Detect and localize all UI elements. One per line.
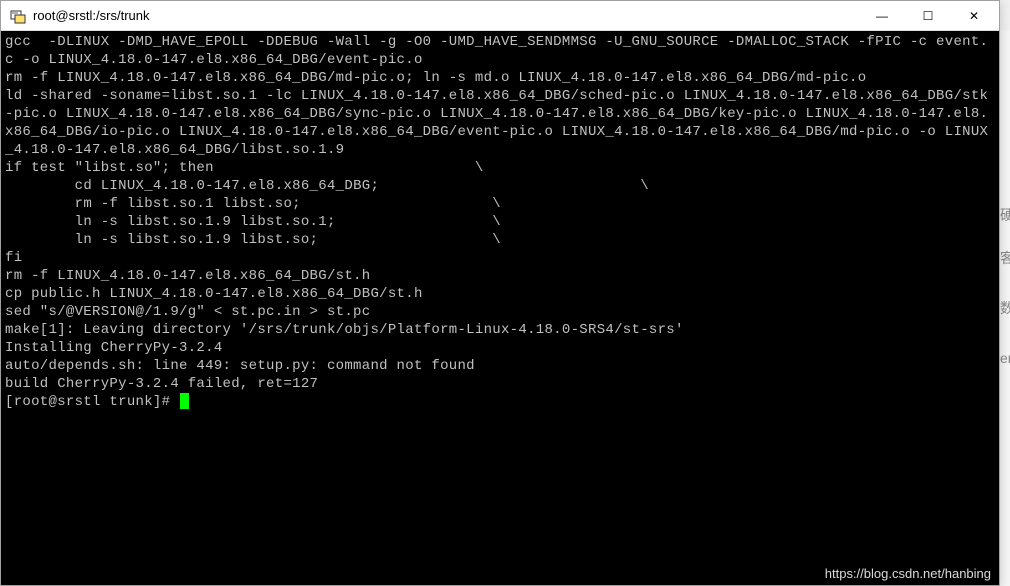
maximize-button[interactable]: ☐ <box>905 1 951 30</box>
terminal-line: if test "libst.so"; then \ <box>5 159 995 177</box>
close-button[interactable]: ✕ <box>951 1 997 30</box>
window-title: root@srstl:/srs/trunk <box>33 8 859 23</box>
bg-text: 客 <box>1000 248 1010 268</box>
bg-text: 硬 <box>1000 205 1010 225</box>
terminal-line: ld -shared -soname=libst.so.1 -lc LINUX_… <box>5 87 995 159</box>
terminal-line: Installing CherryPy-3.2.4 <box>5 339 995 357</box>
maximize-icon: ☐ <box>923 9 934 23</box>
bg-text: 数 <box>1000 298 1010 318</box>
terminal-line: auto/depends.sh: line 449: setup.py: com… <box>5 357 995 375</box>
background-strip: 硬 客 数 er <box>1000 30 1010 586</box>
terminal-prompt: [root@srstl trunk]# <box>5 394 179 410</box>
window-controls: — ☐ ✕ <box>859 1 997 30</box>
terminal-line: rm -f LINUX_4.18.0-147.el8.x86_64_DBG/st… <box>5 267 995 285</box>
terminal-output: gcc -DLINUX -DMD_HAVE_EPOLL -DDEBUG -Wal… <box>5 33 995 411</box>
terminal-line: cp public.h LINUX_4.18.0-147.el8.x86_64_… <box>5 285 995 303</box>
close-icon: ✕ <box>969 9 979 23</box>
minimize-icon: — <box>876 9 888 23</box>
terminal-line: ln -s libst.so.1.9 libst.so.1; \ <box>5 213 995 231</box>
terminal-line: fi <box>5 249 995 267</box>
putty-icon <box>9 7 27 25</box>
terminal-line: make[1]: Leaving directory '/srs/trunk/o… <box>5 321 995 339</box>
terminal-line: rm -f libst.so.1 libst.so; \ <box>5 195 995 213</box>
terminal-line: rm -f LINUX_4.18.0-147.el8.x86_64_DBG/md… <box>5 69 995 87</box>
terminal-window: root@srstl:/srs/trunk — ☐ ✕ gcc -DLINUX … <box>0 0 1000 586</box>
terminal-line: cd LINUX_4.18.0-147.el8.x86_64_DBG; \ <box>5 177 995 195</box>
terminal-line: ln -s libst.so.1.9 libst.so; \ <box>5 231 995 249</box>
title-bar[interactable]: root@srstl:/srs/trunk — ☐ ✕ <box>1 1 999 31</box>
bg-text: er <box>1000 350 1010 366</box>
terminal-line: sed "s/@VERSION@/1.9/g" < st.pc.in > st.… <box>5 303 995 321</box>
terminal-area[interactable]: gcc -DLINUX -DMD_HAVE_EPOLL -DDEBUG -Wal… <box>1 31 999 585</box>
terminal-line: gcc -DLINUX -DMD_HAVE_EPOLL -DDEBUG -Wal… <box>5 33 995 69</box>
watermark-text: https://blog.csdn.net/hanbing <box>825 566 991 581</box>
minimize-button[interactable]: — <box>859 1 905 30</box>
terminal-cursor <box>180 393 189 409</box>
terminal-line: build CherryPy-3.2.4 failed, ret=127 <box>5 375 995 393</box>
